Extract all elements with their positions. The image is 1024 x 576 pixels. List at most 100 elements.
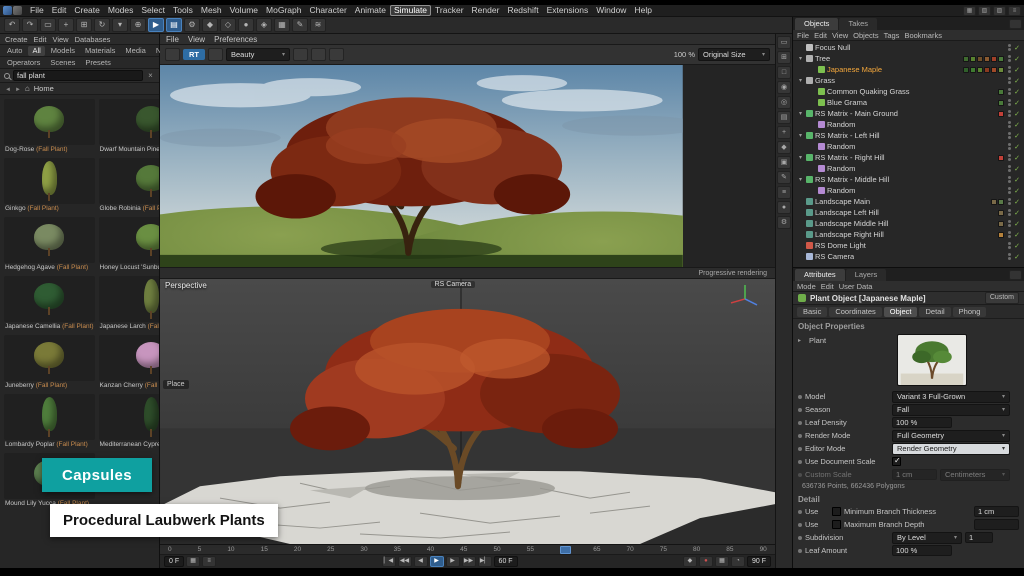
- menu-item[interactable]: Extensions: [543, 5, 593, 16]
- object-row[interactable]: Random: [793, 119, 1024, 130]
- enable-check-icon[interactable]: [1013, 209, 1021, 217]
- anim-dot[interactable]: [798, 434, 802, 438]
- enable-check-icon[interactable]: [1013, 187, 1021, 195]
- menu-item[interactable]: Help: [630, 5, 655, 16]
- subdivision-level-field[interactable]: 1: [965, 532, 993, 543]
- menu-item[interactable]: Create: [70, 5, 104, 16]
- visibility-dots[interactable]: [1008, 198, 1011, 205]
- toolbar-button[interactable]: ▤: [166, 18, 182, 32]
- palette-button[interactable]: ▤: [777, 111, 791, 124]
- min-branch-field[interactable]: 1 cm: [974, 506, 1019, 517]
- section-detail[interactable]: Detail: [793, 492, 1024, 505]
- object-row[interactable]: RS Camera: [793, 251, 1024, 262]
- asset-menu-item[interactable]: Create: [5, 35, 28, 44]
- enable-check-icon[interactable]: [1013, 77, 1021, 85]
- render-view-menu-item[interactable]: View: [188, 35, 205, 44]
- palette-button[interactable]: ▭: [777, 36, 791, 49]
- render-view-menu-item[interactable]: Preferences: [214, 35, 257, 44]
- texture-tag-icon[interactable]: [984, 56, 990, 62]
- object-label[interactable]: Landscape Middle Hill: [815, 219, 888, 228]
- enable-check-icon[interactable]: [1013, 242, 1021, 250]
- keying-button[interactable]: ▦: [715, 556, 729, 567]
- object-label[interactable]: RS Matrix - Middle Hill: [815, 175, 889, 184]
- object-row[interactable]: ▾ Tree: [793, 53, 1024, 64]
- object-label[interactable]: RS Dome Light: [815, 241, 866, 250]
- render-pass-dropdown[interactable]: Beauty: [226, 48, 290, 61]
- enable-check-icon[interactable]: [1013, 44, 1021, 52]
- asset-item[interactable]: Lombardy Poplar (Fall Plant): [3, 393, 96, 450]
- visibility-dots[interactable]: [1008, 66, 1011, 73]
- visibility-dots[interactable]: [1008, 231, 1011, 238]
- back-icon[interactable]: [5, 84, 11, 93]
- zoom-level[interactable]: 100 %: [674, 50, 695, 59]
- toolbar-button[interactable]: ✎: [292, 18, 308, 32]
- enable-check-icon[interactable]: [1013, 176, 1021, 184]
- transport-button[interactable]: ▶: [446, 556, 460, 567]
- expand-arrow-icon[interactable]: ▾: [797, 154, 804, 161]
- texture-tag-icon[interactable]: [998, 221, 1004, 227]
- enable-check-icon[interactable]: [1013, 231, 1021, 239]
- asset-item[interactable]: Japanese Larch (Fall Plant): [98, 275, 159, 332]
- object-label[interactable]: Landscape Main: [815, 197, 870, 206]
- asset-tab[interactable]: Models: [47, 46, 79, 56]
- object-label[interactable]: Grass: [815, 76, 835, 85]
- anim-dot[interactable]: [798, 536, 802, 540]
- layout-icon[interactable]: ≡: [1008, 6, 1021, 16]
- object-label[interactable]: RS Camera: [815, 252, 854, 261]
- visibility-dots[interactable]: [1008, 44, 1011, 51]
- image-size-dropdown[interactable]: Original Size: [698, 48, 770, 61]
- attribute-menu-item[interactable]: Mode: [797, 282, 816, 291]
- object-label[interactable]: Focus Null: [815, 43, 850, 52]
- object-row[interactable]: Japanese Maple: [793, 64, 1024, 75]
- breadcrumb-label[interactable]: Home: [34, 84, 54, 93]
- texture-tag-icon[interactable]: [970, 56, 976, 62]
- visibility-dots[interactable]: [1008, 77, 1011, 84]
- attribute-menu-item[interactable]: Edit: [821, 282, 834, 291]
- texture-tag-icon[interactable]: [998, 155, 1004, 161]
- palette-button[interactable]: +: [777, 126, 791, 139]
- editor-mode-dropdown[interactable]: Render Geometry: [892, 443, 1010, 455]
- viewport-name-label[interactable]: Perspective: [165, 281, 207, 290]
- object-row[interactable]: Blue Grama: [793, 97, 1024, 108]
- object-label[interactable]: RS Matrix - Left Hill: [815, 131, 880, 140]
- anim-dot[interactable]: [798, 395, 802, 399]
- asset-tab[interactable]: Auto: [3, 46, 26, 56]
- rt-toggle-button[interactable]: RT: [183, 49, 205, 60]
- visibility-dots[interactable]: [1008, 253, 1011, 260]
- object-row[interactable]: ▾ RS Matrix - Main Ground: [793, 108, 1024, 119]
- attribute-group-tab[interactable]: Detail: [919, 307, 950, 317]
- enable-check-icon[interactable]: [1013, 165, 1021, 173]
- enable-check-icon[interactable]: [1013, 198, 1021, 206]
- toolbar-button[interactable]: ▦: [274, 18, 290, 32]
- asset-item[interactable]: Mediterranean Cypress (Fall Plant): [98, 393, 159, 450]
- panel-tab[interactable]: Objects: [795, 18, 838, 30]
- object-menu-item[interactable]: File: [797, 31, 809, 40]
- render-view-menu-item[interactable]: File: [166, 35, 179, 44]
- visibility-dots[interactable]: [1008, 242, 1011, 249]
- lock-icon[interactable]: [165, 48, 180, 61]
- visibility-dots[interactable]: [1008, 143, 1011, 150]
- leaf-amount-field[interactable]: 100 %: [892, 545, 952, 556]
- texture-tag-icon[interactable]: [991, 67, 997, 73]
- enable-check-icon[interactable]: [1013, 66, 1021, 74]
- palette-button[interactable]: ◉: [777, 81, 791, 94]
- object-row[interactable]: ▾ RS Matrix - Left Hill: [793, 130, 1024, 141]
- toolbar-button[interactable]: ◇: [220, 18, 236, 32]
- timeline-icon-button[interactable]: ▦: [186, 556, 200, 567]
- menu-item[interactable]: MoGraph: [262, 5, 305, 16]
- menu-item[interactable]: Redshift: [503, 5, 542, 16]
- toolbar-button[interactable]: +: [58, 18, 74, 32]
- enable-check-icon[interactable]: [1013, 253, 1021, 261]
- enable-check-icon[interactable]: [1013, 220, 1021, 228]
- toolbar-button[interactable]: ↶: [4, 18, 20, 32]
- panel-tab[interactable]: Attributes: [795, 269, 845, 281]
- attribute-group-tab[interactable]: Coordinates: [829, 307, 881, 317]
- object-label[interactable]: Landscape Right Hill: [815, 230, 884, 239]
- toolbar-button[interactable]: ⚙: [184, 18, 200, 32]
- enable-check-icon[interactable]: [1013, 132, 1021, 140]
- anim-dot[interactable]: [798, 549, 802, 553]
- layout-icon[interactable]: ▧: [978, 6, 991, 16]
- asset-item[interactable]: Japanese Camellia (Fall Plant): [3, 275, 96, 332]
- visibility-dots[interactable]: [1008, 121, 1011, 128]
- object-row[interactable]: Random: [793, 163, 1024, 174]
